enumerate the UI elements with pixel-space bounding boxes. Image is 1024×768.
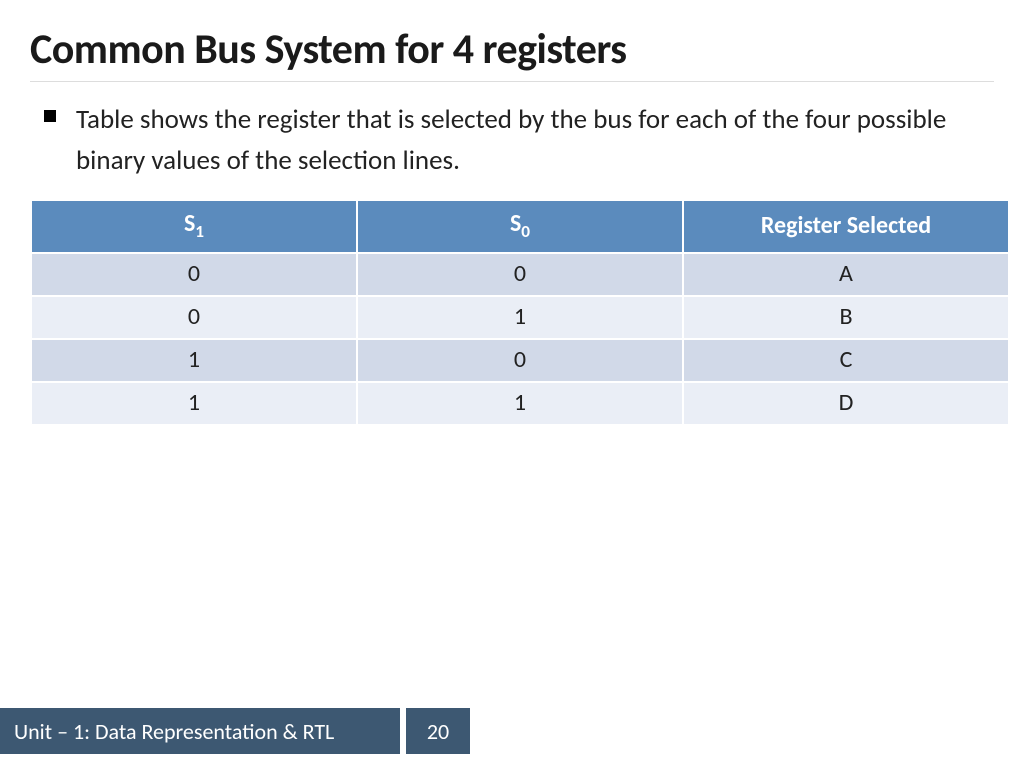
cell-s1: 0	[32, 297, 356, 338]
header-s0-letter: S	[510, 209, 521, 238]
cell-s1: 0	[32, 254, 356, 295]
footer-page-number: 20	[406, 708, 470, 754]
cell-s0: 0	[358, 340, 682, 381]
header-s1-sub: 1	[195, 221, 204, 242]
table-row: 1 1 D	[32, 383, 1008, 424]
cell-s0: 1	[358, 383, 682, 424]
header-s1-letter: S	[184, 209, 195, 238]
table-row: 1 0 C	[32, 340, 1008, 381]
col-header-register: Register Selected	[684, 201, 1008, 252]
cell-reg: B	[684, 297, 1008, 338]
cell-s1: 1	[32, 383, 356, 424]
cell-reg: C	[684, 340, 1008, 381]
bullet-item: Table shows the register that is selecte…	[30, 100, 994, 181]
cell-reg: A	[684, 254, 1008, 295]
register-select-table: S1 S0 Register Selected 0 0 A 0 1 B 1 0	[30, 199, 1010, 426]
cell-s1: 1	[32, 340, 356, 381]
slide-footer: Unit – 1: Data Representation & RTL 20	[0, 708, 470, 754]
cell-s0: 1	[358, 297, 682, 338]
footer-unit-label: Unit – 1: Data Representation & RTL	[0, 708, 400, 754]
table-row: 0 1 B	[32, 297, 1008, 338]
table-row: 0 0 A	[32, 254, 1008, 295]
slide: Common Bus System for 4 registers Table …	[0, 0, 1024, 768]
square-bullet-icon	[44, 110, 56, 122]
cell-s0: 0	[358, 254, 682, 295]
cell-reg: D	[684, 383, 1008, 424]
slide-title: Common Bus System for 4 registers	[30, 24, 994, 82]
col-header-s1: S1	[32, 201, 356, 252]
header-s0-sub: 0	[521, 221, 530, 242]
bullet-text: Table shows the register that is selecte…	[76, 100, 986, 181]
col-header-s0: S0	[358, 201, 682, 252]
